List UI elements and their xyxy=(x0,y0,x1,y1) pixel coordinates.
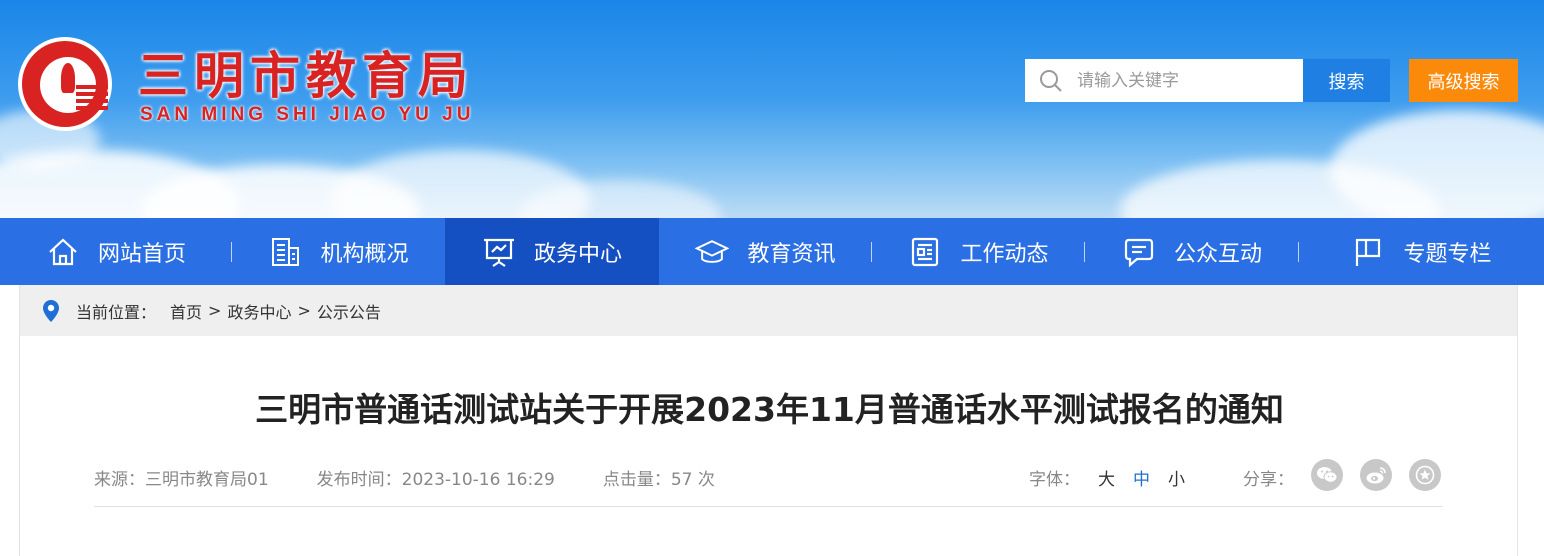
search-input[interactable] xyxy=(1077,70,1277,91)
nav-label: 教育资讯 xyxy=(747,241,836,267)
breadcrumb-label: 当前位置： xyxy=(76,302,157,322)
location-pin-icon xyxy=(42,299,60,323)
share-label: 分享： xyxy=(1243,470,1294,490)
font-size-large[interactable]: 大 xyxy=(1098,465,1115,490)
nav-label: 公众互动 xyxy=(1173,241,1262,267)
site-logo[interactable] xyxy=(18,37,112,131)
header-banner: 三明市教育局 SAN MING SHI JIAO YU JU 搜索 高级搜索 xyxy=(0,0,1544,218)
search-box xyxy=(1025,59,1303,102)
building-icon xyxy=(268,235,302,269)
nav-item-organization[interactable]: 机构概况 xyxy=(232,218,445,285)
breadcrumb-announcements[interactable]: 公示公告 xyxy=(317,299,381,323)
site-title: 三明市教育局 xyxy=(138,47,474,105)
nav-label: 工作动态 xyxy=(960,241,1049,267)
cloud-decoration xyxy=(1330,110,1544,218)
chat-icon xyxy=(1122,235,1156,269)
article-meta: 来源：三明市教育局01 发布时间：2023-10-16 16:29 点击量：57… xyxy=(94,465,715,490)
nav-item-government-center[interactable]: 政务中心 xyxy=(445,218,659,285)
main-nav: 网站首页 机构概况 政务中心 教育资讯 工作动态 公众互动 专题专栏 xyxy=(0,218,1544,285)
weibo-icon[interactable] xyxy=(1360,459,1392,491)
nav-label: 专题专栏 xyxy=(1403,241,1492,267)
breadcrumb-separator: > xyxy=(208,301,222,320)
article-publish-time: 发布时间：2023-10-16 16:29 xyxy=(316,470,555,490)
search-icon xyxy=(1039,69,1063,93)
nav-item-public-interaction[interactable]: 公众互动 xyxy=(1085,218,1299,285)
font-size-medium[interactable]: 中 xyxy=(1133,465,1150,490)
article-source: 来源：三明市教育局01 xyxy=(94,470,269,490)
news-icon xyxy=(908,235,942,269)
nav-label: 政务中心 xyxy=(533,241,622,267)
nav-label: 网站首页 xyxy=(97,241,186,267)
search-button[interactable]: 搜索 xyxy=(1303,59,1390,102)
font-size-label: 字体： xyxy=(1029,470,1080,490)
article-title: 三明市普通话测试站关于开展2023年11月普通话水平测试报名的通知 xyxy=(255,390,1284,429)
nav-item-education-news[interactable]: 教育资讯 xyxy=(659,218,872,285)
breadcrumb-separator: > xyxy=(297,301,311,320)
flag-icon xyxy=(1351,235,1385,269)
site-subtitle: SAN MING SHI JIAO YU JU xyxy=(140,104,475,125)
nav-item-special-topics[interactable]: 专题专栏 xyxy=(1299,218,1544,285)
advanced-search-button[interactable]: 高级搜索 xyxy=(1409,59,1518,102)
favorite-icon[interactable] xyxy=(1409,459,1441,491)
nav-label: 机构概况 xyxy=(320,241,409,267)
logo-book-icon xyxy=(76,85,108,111)
article-view-count: 点击量：57 次 xyxy=(602,470,715,490)
graduation-cap-icon xyxy=(695,235,730,269)
font-size-small[interactable]: 小 xyxy=(1168,465,1185,490)
presentation-icon xyxy=(482,235,516,269)
logo-flame-icon xyxy=(61,63,75,93)
breadcrumb-government-center[interactable]: 政务中心 xyxy=(227,299,291,323)
article-container: 当前位置： 首页 > 政务中心 > 公示公告 三明市普通话测试站关于开展2023… xyxy=(19,285,1518,556)
home-icon xyxy=(46,235,80,269)
breadcrumb: 当前位置： 首页 > 政务中心 > 公示公告 xyxy=(20,285,1517,336)
font-size-control: 字体： 大 中 小 xyxy=(1029,465,1185,490)
meta-divider xyxy=(94,506,1443,507)
nav-item-home[interactable]: 网站首页 xyxy=(0,218,232,285)
breadcrumb-home[interactable]: 首页 xyxy=(170,299,202,323)
wechat-icon[interactable] xyxy=(1311,459,1343,491)
nav-item-work-updates[interactable]: 工作动态 xyxy=(872,218,1085,285)
